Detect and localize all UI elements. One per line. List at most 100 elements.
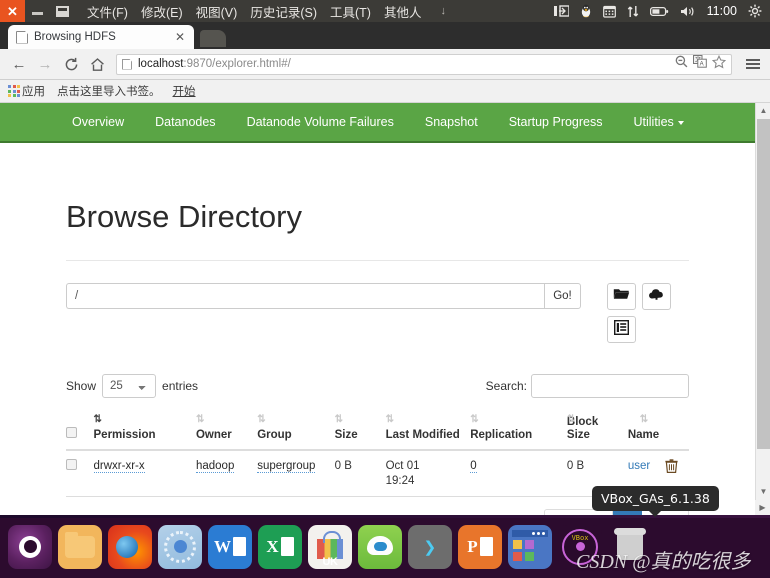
site-info-icon[interactable] bbox=[122, 59, 132, 70]
firefox-icon[interactable] bbox=[108, 524, 152, 569]
nav-datanode-volume-failures[interactable]: Datanode Volume Failures bbox=[247, 115, 394, 129]
search-input[interactable] bbox=[531, 374, 689, 398]
menu-view[interactable]: 视图(V) bbox=[196, 2, 238, 21]
go-button[interactable]: Go! bbox=[544, 283, 581, 309]
size-column[interactable]: ⇅ Size bbox=[334, 412, 386, 452]
show-label: Show bbox=[66, 379, 97, 393]
menu-tools[interactable]: 工具(T) bbox=[330, 2, 371, 21]
group-value[interactable]: supergroup bbox=[257, 460, 316, 474]
tab-close-icon[interactable]: ✕ bbox=[172, 30, 188, 44]
owner-value[interactable]: hadoop bbox=[195, 460, 235, 474]
hdfs-navbar: Overview Datanodes Datanode Volume Failu… bbox=[0, 103, 755, 143]
name-column[interactable]: ⇅ Name bbox=[627, 412, 666, 452]
replication-value[interactable]: 0 bbox=[470, 460, 477, 474]
excel-icon[interactable]: X bbox=[258, 524, 302, 569]
hamburger-menu-icon[interactable] bbox=[742, 59, 764, 69]
scroll-up-arrow-icon[interactable]: ▲ bbox=[756, 103, 770, 118]
scroll-down-arrow-icon[interactable]: ▼ bbox=[756, 484, 770, 499]
software-store-icon[interactable] bbox=[508, 524, 552, 569]
nav-overview[interactable]: Overview bbox=[72, 115, 124, 129]
zoom-out-icon[interactable] bbox=[675, 55, 688, 73]
new-tab-button[interactable] bbox=[200, 30, 226, 47]
ukui-store-icon[interactable]: UK bbox=[308, 524, 352, 569]
page-content: Browse Directory Go! bbox=[0, 143, 755, 515]
window-minimize-button[interactable] bbox=[25, 0, 50, 22]
panel-icon[interactable] bbox=[553, 5, 569, 17]
url-host: localhost bbox=[138, 58, 184, 70]
tray-clock[interactable]: 11:00 bbox=[707, 4, 737, 18]
battery-icon[interactable] bbox=[649, 6, 669, 17]
entries-label: entries bbox=[162, 379, 199, 393]
calendar-icon[interactable] bbox=[602, 5, 616, 18]
dock-tooltip: VBox_GAs_6.1.38 bbox=[592, 486, 719, 511]
sort-size-icon[interactable]: ⇅ bbox=[335, 414, 343, 426]
nav-datanodes[interactable]: Datanodes bbox=[155, 115, 215, 129]
menu-history[interactable]: 历史记录(S) bbox=[250, 2, 317, 21]
menu-edit[interactable]: 修改(E) bbox=[141, 2, 183, 21]
new-directory-button[interactable] bbox=[607, 283, 636, 310]
home-button[interactable] bbox=[84, 51, 110, 77]
vbox-guest-additions-cd-icon[interactable]: VBox bbox=[558, 524, 602, 569]
row-checkbox[interactable] bbox=[66, 459, 77, 471]
sort-owner-icon[interactable]: ⇅ bbox=[196, 414, 204, 426]
network-updown-icon[interactable] bbox=[627, 5, 639, 18]
menu-others[interactable]: 其他人 bbox=[384, 2, 422, 21]
forward-button[interactable]: → bbox=[32, 51, 58, 77]
chromium-icon[interactable] bbox=[158, 524, 202, 569]
last-modified-column[interactable]: ⇅ Last Modified bbox=[385, 412, 471, 452]
back-button[interactable]: ← bbox=[6, 51, 32, 77]
window-close-button[interactable]: ✕ bbox=[0, 0, 25, 22]
replication-column[interactable]: ⇅ Replication bbox=[470, 412, 567, 452]
powerpoint-icon[interactable]: P bbox=[458, 524, 502, 569]
block-size-column[interactable]: ⇅ Block Size bbox=[566, 412, 628, 452]
scroll-right-arrow-icon[interactable]: ▶ bbox=[755, 500, 770, 515]
powerpoint-page-icon bbox=[479, 537, 493, 556]
volume-icon[interactable] bbox=[680, 5, 696, 18]
start-bookmark[interactable]: 开始 bbox=[173, 83, 196, 99]
file-name-link[interactable]: user bbox=[628, 460, 650, 472]
page-length-select[interactable]: 25 bbox=[102, 374, 157, 398]
path-input[interactable] bbox=[66, 283, 544, 309]
group-column[interactable]: ⇅ Group bbox=[257, 412, 335, 452]
page-scrollbar[interactable]: ▲ ▼ ▶ bbox=[755, 103, 770, 515]
scrollbar-thumb[interactable] bbox=[757, 119, 770, 449]
apps-shortcut[interactable]: 应用 bbox=[8, 83, 45, 99]
terminal-icon[interactable]: ❯ bbox=[408, 524, 452, 569]
trash-icon[interactable] bbox=[608, 525, 652, 569]
sort-replication-icon[interactable]: ⇅ bbox=[470, 414, 478, 426]
menu-file[interactable]: 文件(F) bbox=[87, 2, 128, 21]
size-column-label: Size bbox=[334, 429, 358, 442]
sort-name-icon[interactable]: ⇅ bbox=[640, 414, 648, 426]
gear-icon[interactable] bbox=[748, 4, 762, 18]
nav-snapshot[interactable]: Snapshot bbox=[425, 115, 478, 129]
menu-overflow-icon[interactable]: ↓ bbox=[440, 5, 446, 17]
word-icon[interactable]: W bbox=[208, 524, 252, 569]
star-icon[interactable] bbox=[711, 54, 727, 74]
select-all-column[interactable] bbox=[66, 412, 94, 452]
translate-icon[interactable]: 文A bbox=[693, 55, 707, 73]
cut-paste-button[interactable] bbox=[607, 316, 636, 343]
row-select-cell[interactable] bbox=[66, 450, 94, 498]
nav-utilities[interactable]: Utilities bbox=[634, 115, 684, 129]
sort-last-modified-icon[interactable]: ⇅ bbox=[386, 414, 394, 426]
upload-files-button[interactable] bbox=[642, 283, 671, 310]
sort-group-icon[interactable]: ⇅ bbox=[257, 414, 265, 426]
owner-column[interactable]: ⇅ Owner bbox=[195, 412, 258, 452]
browser-tab[interactable]: Browsing HDFS ✕ bbox=[8, 25, 194, 49]
ubuntu-launcher-icon[interactable] bbox=[8, 524, 52, 569]
select-all-checkbox[interactable] bbox=[66, 427, 77, 439]
apps-grid-icon bbox=[8, 85, 20, 97]
search-group: Search: bbox=[486, 374, 689, 398]
sort-permission-icon[interactable]: ⇅ bbox=[94, 414, 102, 426]
files-icon[interactable] bbox=[58, 524, 102, 569]
penguin-icon[interactable] bbox=[580, 4, 592, 18]
sort-block-size-icon[interactable]: ⇅ bbox=[567, 414, 575, 426]
window-maximize-button[interactable] bbox=[50, 0, 75, 22]
nav-startup-progress[interactable]: Startup Progress bbox=[509, 115, 603, 129]
reload-button[interactable] bbox=[58, 51, 84, 77]
trash-icon[interactable] bbox=[665, 459, 678, 476]
assistant-icon[interactable] bbox=[358, 524, 402, 569]
permission-column[interactable]: ⇅ Permission bbox=[93, 412, 196, 452]
permission-value[interactable]: drwxr-xr-x bbox=[93, 460, 145, 474]
address-bar[interactable]: localhost:9870/explorer.html#/ 文A bbox=[116, 53, 732, 75]
